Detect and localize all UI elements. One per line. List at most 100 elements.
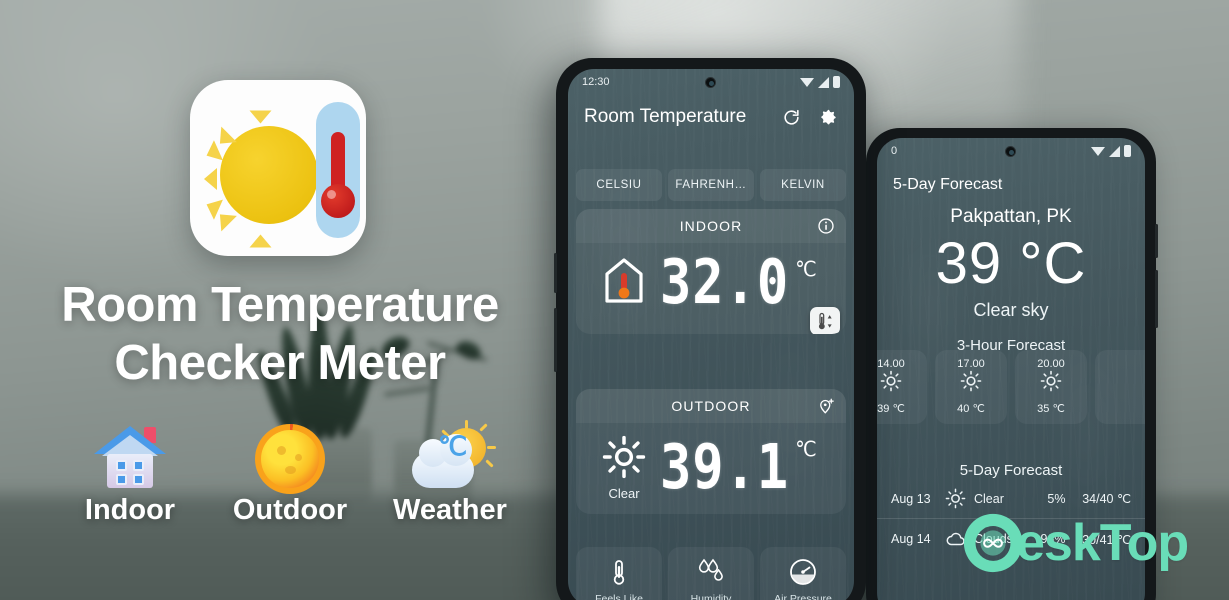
sun-icon [945,488,966,509]
table-row[interactable]: Aug 14 Clouds 96% 30/41 ℃ [877,518,1145,559]
hourly-card[interactable]: 17.00 40 ℃ [935,350,1007,424]
daily-icon-cell [941,528,971,550]
wifi-icon [800,77,814,87]
metric-humidity-label: Humidity [690,593,732,600]
feature-indoor-label: Indoor [84,494,176,526]
signal-icon [818,76,829,88]
hourly-temp: 39 ℃ [877,403,905,415]
tab-celsius[interactable]: CELSIU [576,169,662,201]
cloud-icon [946,532,965,546]
outdoor-card-header: OUTDOOR [576,389,846,423]
hourly-card[interactable]: 20.00 35 ℃ [1015,350,1087,424]
table-row[interactable]: Aug 13 Clear 5% 34/40 ℃ [877,479,1145,518]
wifi-icon [1091,146,1105,156]
daily-range: 30/41 ℃ [1082,532,1131,547]
thermometer-icon [613,560,625,585]
indoor-card-header: INDOOR [576,209,846,243]
feature-weather: ℃ Weather [380,420,520,527]
signal-icon [1109,145,1120,157]
weather-city: Pakpattan, PK [950,206,1072,227]
weather-phone-screen: 0 5-Day Forecast Pakpattan, PK 39 °C Cle… [877,138,1145,600]
sun-icon [960,370,982,392]
hourly-card[interactable]: 14.00 39 ℃ [877,350,927,424]
water-drops-icon [698,558,723,581]
outdoor-card: OUTDOOR Clear 39.1 ℃ [576,389,846,514]
daily-forecast-section: 5-Day Forecast Aug 13 Clear 5% 34/40 ℃ A… [877,462,1145,559]
promo-title-line2: Checker Meter [114,336,446,390]
weather-appbar-title: 5-Day Forecast [893,176,1003,193]
weather-appbar: 5-Day Forecast [877,164,1145,206]
front-camera [1005,146,1016,157]
metric-air-pressure-label: Air Pressure [774,593,832,600]
metric-feels-like[interactable]: Feels Like [576,547,662,600]
thermometer-toggle-icon[interactable] [810,307,840,334]
unit-tabs: CELSIU FAHRENH… KELVIN [576,169,846,201]
refresh-icon[interactable] [782,108,801,127]
page-title: Room Temperature Checker Meter [0,276,560,392]
hourly-temp: 35 ℃ [1037,403,1065,415]
daily-pop: 5% [1047,491,1066,506]
promo-panel: Room Temperature Checker Meter Indoor Ou… [0,0,560,600]
indoor-title: INDOOR [679,218,743,234]
battery-icon [1124,145,1131,157]
sun-icon [255,424,325,494]
metric-air-pressure[interactable]: Air Pressure [760,547,846,600]
hourly-time: 20.00 [1037,358,1065,370]
daily-icon-cell [941,488,971,509]
sun-icon [880,370,902,392]
daily-date: Aug 13 [891,491,931,506]
hourly-forecast-list: 14.00 39 ℃ 17.00 40 ℃ 20.00 35 ℃ [877,350,1145,424]
feature-outdoor: Outdoor [220,420,360,527]
feature-list: Indoor Outdoor ℃ Weather [60,420,520,527]
sun-icon [1040,370,1062,392]
hourly-time: 14.00 [877,358,905,370]
cloud-sun-celsius-icon: ℃ [412,420,496,490]
outdoor-card-body: Clear 39.1 ℃ [576,423,846,514]
sun-icon [602,435,646,479]
gear-icon[interactable] [819,108,838,127]
hourly-card[interactable] [1095,350,1145,424]
app-icon [190,80,366,256]
hourly-time: 17.00 [957,358,985,370]
thermometer-glyph [316,102,360,238]
indoor-card: INDOOR 32.0 ℃ [576,209,846,334]
feature-indoor: Indoor [60,420,200,527]
weather-current-block: Pakpattan, PK 39 °C Clear sky 3-Hour For… [877,206,1145,354]
weather-status-time: 0 [891,145,898,157]
outdoor-temperature-value: 39.1 [660,432,790,504]
outdoor-title: OUTDOOR [671,398,751,414]
house-thermometer-icon [590,256,658,311]
daily-range: 34/40 ℃ [1082,492,1131,506]
main-phone: 12:30 Room Temperature CELSIU FAHRENH… K… [554,58,866,600]
status-time: 12:30 [582,76,610,88]
indoor-temperature-value: 32.0 [660,247,790,319]
tab-fahrenheit[interactable]: FAHRENH… [668,169,754,201]
daily-desc: Clouds [974,532,1013,546]
hourly-temp: 40 ℃ [957,403,985,415]
outdoor-condition: Clear [590,435,658,501]
battery-icon [833,76,840,88]
metric-humidity[interactable]: Humidity [668,547,754,600]
front-camera [705,77,716,88]
feature-outdoor-label: Outdoor [232,494,348,526]
daily-desc: Clear [974,491,1004,506]
promo-title-line1: Room Temperature [61,278,499,332]
daily-date: Aug 14 [891,532,931,546]
weather-description: Clear sky [973,300,1049,320]
house-icon [94,426,166,490]
info-icon[interactable] [817,217,835,235]
tab-kelvin[interactable]: KELVIN [760,169,846,201]
indoor-temperature-unit: ℃ [795,257,817,283]
app-toolbar: Room Temperature [568,95,854,139]
location-add-icon[interactable] [817,397,835,415]
weather-temperature: 39 °C [935,231,1087,296]
main-phone-screen: 12:30 Room Temperature CELSIU FAHRENH… K… [568,69,854,600]
gauge-icon [790,559,816,585]
outdoor-temperature-unit: ℃ [795,437,817,463]
metrics-row: Feels Like Humidity Air Pressure [576,547,846,600]
metric-feels-like-label: Feels Like [595,593,643,600]
indoor-card-body: 32.0 ℃ [576,243,846,334]
app-title: Room Temperature [584,106,747,127]
outdoor-condition-label: Clear [608,486,640,501]
daily-pop: 96% [1040,532,1066,546]
